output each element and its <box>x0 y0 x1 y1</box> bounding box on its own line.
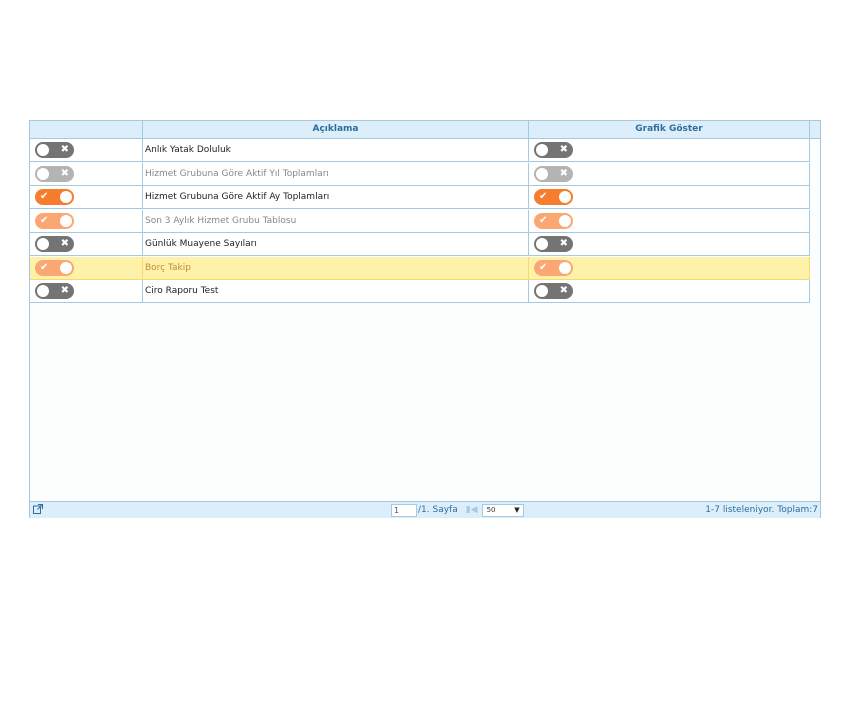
row-description: Anlık Yatak Doluluk <box>145 145 231 155</box>
close-icon: ✖ <box>559 144 568 155</box>
close-icon: ✖ <box>559 167 568 179</box>
aciklama-cell: Ciro Raporu Test <box>143 280 529 303</box>
grid-footer: 1/1. Sayfa ▮◀ 50 ▼ 1-7 listeleniyor. Toplam… <box>30 501 820 518</box>
table-row[interactable]: ✔ Hizmet Grubuna Göre Aktif Ay Toplamları… <box>30 186 810 209</box>
grafik-toggle[interactable]: ✔ <box>534 259 573 276</box>
report-grid: Açıklama Grafik Göster ✖ Anlık Yatak Dolu… <box>29 120 821 518</box>
check-icon: ✔ <box>40 191 49 202</box>
grafik-cell: ✔ <box>529 209 810 233</box>
check-icon: ✔ <box>40 261 49 273</box>
grafik-toggle[interactable]: ✖ <box>534 283 573 299</box>
row-description: Borç Takip <box>145 262 191 273</box>
close-icon: ✖ <box>559 285 568 296</box>
external-link-icon[interactable] <box>33 504 43 514</box>
close-icon: ✖ <box>60 238 69 249</box>
active-cell: ✖ <box>30 139 143 162</box>
close-icon: ✖ <box>60 144 69 155</box>
dropdown-arrow-icon: ▼ <box>514 506 520 514</box>
toggle-knob <box>559 261 571 274</box>
active-toggle[interactable]: ✖ <box>35 142 74 158</box>
aciklama-cell: Borç Takip <box>143 256 529 280</box>
header-toggle-column[interactable] <box>30 121 143 138</box>
active-cell: ✖ <box>30 233 143 256</box>
check-icon: ✔ <box>539 191 548 202</box>
toggle-knob <box>559 214 571 227</box>
grafik-toggle[interactable]: ✖ <box>534 142 573 158</box>
check-icon: ✔ <box>539 261 548 273</box>
active-toggle[interactable]: ✖ <box>35 165 74 182</box>
table-row[interactable]: ✔ Borç Takip ✔ <box>30 256 810 280</box>
active-cell: ✖ <box>30 162 143 186</box>
toggle-knob <box>536 285 548 297</box>
grafik-cell: ✖ <box>529 233 810 256</box>
active-cell: ✔ <box>30 209 143 233</box>
active-cell: ✔ <box>30 186 143 209</box>
row-description: Günlük Muayene Sayıları <box>145 239 257 249</box>
grid-header: Açıklama Grafik Göster <box>30 121 820 139</box>
toggle-knob <box>536 238 548 250</box>
aciklama-cell: Anlık Yatak Doluluk <box>143 139 529 162</box>
last-page-icon[interactable]: ▮◀ <box>466 503 478 517</box>
toggle-knob <box>559 191 571 203</box>
toggle-knob <box>536 144 548 156</box>
grafik-toggle[interactable]: ✔ <box>534 189 573 205</box>
toggle-knob <box>37 285 49 297</box>
table-row[interactable]: ✖ Günlük Muayene Sayıları ✖ <box>30 233 810 256</box>
active-cell: ✔ <box>30 256 143 280</box>
toggle-knob <box>37 144 49 156</box>
page-number-input[interactable]: 1 <box>391 504 417 517</box>
toggle-knob <box>37 167 49 180</box>
close-icon: ✖ <box>60 285 69 296</box>
grafik-cell: ✖ <box>529 139 810 162</box>
header-grafik-goster[interactable]: Grafik Göster <box>529 121 810 138</box>
active-cell: ✖ <box>30 280 143 303</box>
row-description: Ciro Raporu Test <box>145 286 219 296</box>
grafik-toggle[interactable]: ✖ <box>534 236 573 252</box>
header-spacer <box>810 121 820 138</box>
check-icon: ✔ <box>40 214 49 226</box>
aciklama-cell: Hizmet Grubuna Göre Aktif Yıl Toplamları <box>143 162 529 186</box>
active-toggle[interactable]: ✔ <box>35 259 74 276</box>
table-row[interactable]: ✖ Ciro Raporu Test ✖ <box>30 280 810 303</box>
toggle-knob <box>60 214 72 227</box>
active-toggle[interactable]: ✖ <box>35 283 74 299</box>
toggle-knob <box>536 167 548 180</box>
aciklama-cell: Günlük Muayene Sayıları <box>143 233 529 256</box>
active-toggle[interactable]: ✖ <box>35 236 74 252</box>
header-aciklama[interactable]: Açıklama <box>143 121 529 138</box>
table-row[interactable]: ✔ Son 3 Aylık Hizmet Grubu Tablosu ✔ <box>30 209 810 233</box>
grafik-toggle[interactable]: ✖ <box>534 165 573 182</box>
close-icon: ✖ <box>60 167 69 179</box>
row-description: Son 3 Aylık Hizmet Grubu Tablosu <box>145 215 297 226</box>
row-description: Hizmet Grubuna Göre Aktif Ay Toplamları <box>145 192 330 202</box>
active-toggle[interactable]: ✔ <box>35 189 74 205</box>
toggle-knob <box>37 238 49 250</box>
page-size-select[interactable]: 50 ▼ <box>481 504 524 517</box>
table-row[interactable]: ✖ Hizmet Grubuna Göre Aktif Yıl Toplamlar… <box>30 162 810 186</box>
page-size-value: 50 <box>486 506 496 514</box>
table-row[interactable]: ✖ Anlık Yatak Doluluk ✖ <box>30 139 810 162</box>
check-icon: ✔ <box>539 214 548 226</box>
grafik-cell: ✖ <box>529 162 810 186</box>
grafik-toggle[interactable]: ✔ <box>534 212 573 229</box>
aciklama-cell: Son 3 Aylık Hizmet Grubu Tablosu <box>143 209 529 233</box>
aciklama-cell: Hizmet Grubuna Göre Aktif Ay Toplamları <box>143 186 529 209</box>
toggle-knob <box>60 191 72 203</box>
grafik-cell: ✖ <box>529 280 810 303</box>
active-toggle[interactable]: ✔ <box>35 212 74 229</box>
row-description: Hizmet Grubuna Göre Aktif Yıl Toplamları <box>145 168 329 179</box>
grid-body: ✖ Anlık Yatak Doluluk ✖ ✖ Hizmet Grubuna Gör… <box>30 139 810 500</box>
toggle-knob <box>60 261 72 274</box>
close-icon: ✖ <box>559 238 568 249</box>
grafik-cell: ✔ <box>529 186 810 209</box>
pager: 1/1. Sayfa ▮◀ 50 ▼ <box>391 503 524 517</box>
page-total-label: /1. Sayfa <box>418 505 458 515</box>
grafik-cell: ✔ <box>529 256 810 280</box>
record-info: 1-7 listeleniyor. Toplam:7 <box>705 505 818 515</box>
